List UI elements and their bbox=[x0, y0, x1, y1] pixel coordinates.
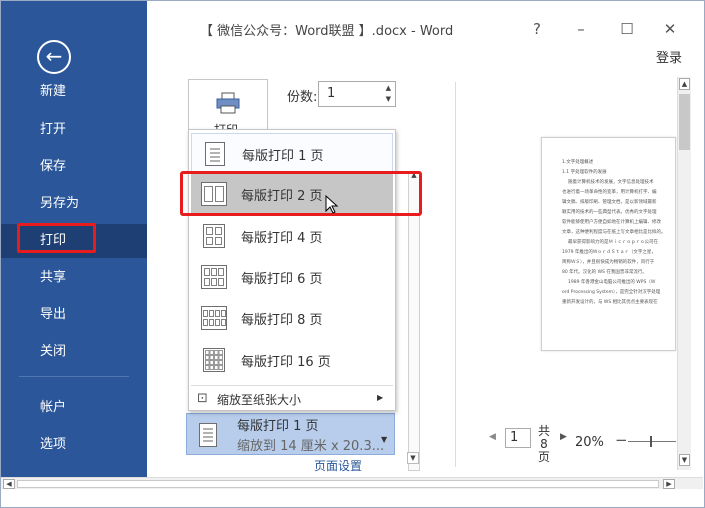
sidebar-item-share[interactable]: 共享 bbox=[1, 261, 147, 295]
preview-line: 1.文字处理概述 bbox=[562, 160, 594, 165]
preview-line: 80 年代。汉化的 WS 在我国曾非常流行。 bbox=[562, 270, 647, 275]
one-page-layout-icon bbox=[205, 142, 225, 166]
chevron-down-icon[interactable]: ▼ bbox=[381, 435, 387, 444]
selected-item-highlight-box bbox=[180, 171, 422, 216]
print-highlight-box bbox=[17, 223, 96, 253]
printer-icon bbox=[216, 92, 240, 114]
login-link[interactable]: 登录 bbox=[656, 47, 682, 66]
preview-line: 随着计算机技术的发展，文字信息处理技术 bbox=[568, 180, 654, 185]
window-title: 【 微信公众号：Word联盟 】.docx - Word bbox=[200, 24, 454, 39]
zoom-out-icon[interactable]: − bbox=[615, 431, 628, 449]
scroll-left-icon[interactable]: ◀ bbox=[3, 479, 15, 489]
dropdown-item-label: 每版打印 4 页 bbox=[241, 231, 323, 246]
scale-to-paper-size-item[interactable]: ⊡ 缩放至纸张大小 ▶ bbox=[191, 387, 393, 411]
preview-line: 颖实用的技术的一些典型代表。优秀的文字处理 bbox=[562, 210, 657, 215]
maximize-button[interactable]: ☐ bbox=[612, 18, 642, 40]
four-page-layout-icon bbox=[203, 224, 225, 248]
scroll-thumb[interactable] bbox=[679, 94, 690, 150]
preview-line: ord Processing System），是完全针对汉字处理 bbox=[562, 290, 661, 295]
dropdown-item-4-pages[interactable]: 每版打印 4 页 bbox=[191, 216, 393, 256]
sidebar-item-save[interactable]: 保存 bbox=[1, 150, 147, 184]
sidebar-divider bbox=[19, 376, 129, 377]
single-page-icon bbox=[199, 423, 217, 447]
preview-line: 重新开发设计的，与 WS 相比其优点主要表现在 bbox=[562, 300, 658, 305]
mouse-cursor-icon bbox=[325, 195, 339, 214]
preview-line: 最早获得影响力的是Ｍｉｃｒｏｐｒｏ公司在 bbox=[568, 240, 658, 245]
sidebar-item-export[interactable]: 导出 bbox=[1, 298, 147, 332]
dropdown-separator bbox=[191, 385, 393, 386]
preview-line: 1979 年推出的ＷｏｒｄＳｔａｒ（文字之星， bbox=[562, 250, 656, 255]
preview-line: 简称ＷＳ），并且很快成为畅销的软件，风行于 bbox=[562, 260, 655, 265]
scale-to-paper-label: 缩放至纸张大小 bbox=[217, 393, 302, 407]
sidebar-item-options[interactable]: 选项 bbox=[1, 428, 147, 462]
preview-line: 辑文稿、排版印刷、管理文档，是以新领域最新 bbox=[562, 200, 657, 205]
six-page-layout-icon bbox=[201, 265, 227, 289]
zoom-level: 20% bbox=[575, 435, 604, 450]
scale-to-paper-icon: ⊡ bbox=[197, 391, 208, 406]
copies-value: 1 bbox=[327, 86, 336, 101]
preview-line: 文章，这种便利程度与在纸上写文章相比是比拟的。 bbox=[562, 230, 666, 235]
preview-line: 1989 年香港金山电脑公司推出的 WPS（Ｗ bbox=[568, 280, 656, 285]
zoom-slider[interactable] bbox=[628, 441, 676, 442]
copies-input[interactable]: 1 ▲ ▼ bbox=[318, 81, 396, 107]
dropdown-item-label: 每版打印 16 页 bbox=[241, 355, 331, 370]
dropdown-item-label: 每版打印 6 页 bbox=[241, 272, 323, 287]
close-button[interactable]: ✕ bbox=[655, 18, 685, 40]
dropdown-item-label: 每版打印 8 页 bbox=[241, 313, 323, 328]
dropdown-item-8-pages[interactable]: 每版打印 8 页 bbox=[191, 298, 393, 338]
sidebar-item-new[interactable]: 新建 bbox=[1, 75, 147, 109]
help-button[interactable]: ? bbox=[522, 18, 552, 40]
sidebar-item-open[interactable]: 打开 bbox=[1, 113, 147, 147]
preview-line: 软件能够使用户方便自如地在计算机上编辑、修改 bbox=[562, 220, 661, 225]
horizontal-scroll-thumb[interactable] bbox=[17, 480, 659, 488]
preview-vertical-scrollbar[interactable]: ▲ ▼ bbox=[677, 77, 691, 470]
print-preview-page: 1.文字处理概述 1.1 字处理软件的发展 随着计算机技术的发展，文字信息处理技… bbox=[541, 137, 676, 351]
pages-per-sheet-subtitle: 缩放到 14 厘米 x 20.3... bbox=[237, 439, 385, 454]
page-total: 共 8 页 bbox=[537, 425, 551, 464]
zoom-slider-thumb[interactable] bbox=[650, 436, 652, 447]
dropdown-item-label: 每版打印 1 页 bbox=[242, 149, 324, 164]
scroll-right-icon[interactable]: ▶ bbox=[663, 479, 675, 489]
dropdown-item-1-page[interactable]: 每版打印 1 页 bbox=[191, 133, 393, 173]
pages-per-sheet-selector[interactable]: 每版打印 1 页 缩放到 14 厘米 x 20.3... ▼ bbox=[186, 413, 395, 455]
current-page-input[interactable]: 1 bbox=[505, 428, 531, 448]
settings-scrollbar[interactable] bbox=[408, 171, 420, 471]
scroll-down-icon[interactable]: ▼ bbox=[679, 454, 690, 466]
horizontal-scrollbar[interactable]: ◀ ▶ bbox=[1, 477, 703, 489]
sidebar-item-account[interactable]: 帐户 bbox=[1, 391, 147, 425]
eight-page-layout-icon bbox=[201, 306, 227, 330]
spin-up-icon[interactable]: ▲ bbox=[386, 84, 391, 92]
minimize-button[interactable]: – bbox=[566, 18, 596, 40]
scroll-up-icon[interactable]: ▲ bbox=[679, 78, 690, 90]
dropdown-item-6-pages[interactable]: 每版打印 6 页 bbox=[191, 257, 393, 297]
sidebar-item-close[interactable]: 关闭 bbox=[1, 335, 147, 369]
page-setup-link[interactable]: 页面设置 bbox=[314, 457, 362, 474]
copies-label: 份数: bbox=[287, 90, 318, 105]
pages-per-sheet-title: 每版打印 1 页 bbox=[237, 419, 319, 434]
sixteen-page-layout-icon bbox=[203, 348, 225, 372]
preview-line: 也进行着一场革命性的变革，用计算机打字、编 bbox=[562, 190, 657, 195]
page-total-suffix: 页 bbox=[537, 450, 550, 464]
submenu-arrow-icon: ▶ bbox=[377, 393, 384, 402]
dropdown-item-16-pages[interactable]: 每版打印 16 页 bbox=[191, 340, 393, 380]
sidebar-item-save-as[interactable]: 另存为 bbox=[1, 187, 147, 221]
previous-page-icon[interactable]: ◀ bbox=[489, 432, 496, 442]
preview-divider bbox=[455, 82, 456, 467]
preview-line: 1.1 字处理软件的发展 bbox=[562, 170, 607, 175]
next-page-icon[interactable]: ▶ bbox=[560, 432, 567, 442]
settings-scroll-down-icon[interactable]: ▼ bbox=[407, 452, 419, 464]
back-arrow-icon[interactable]: ← bbox=[37, 40, 71, 74]
spin-down-icon[interactable]: ▼ bbox=[386, 95, 391, 103]
